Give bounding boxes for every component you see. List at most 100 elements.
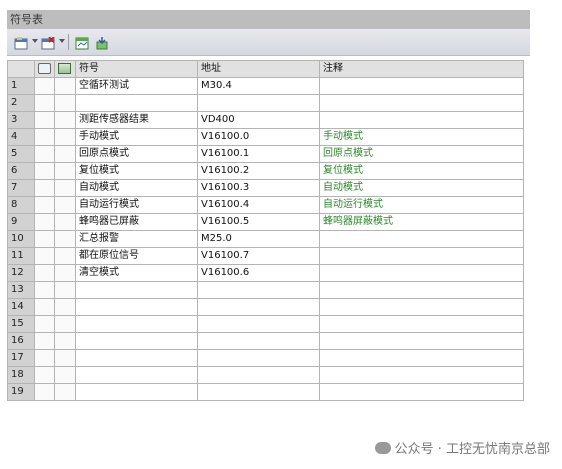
row-icon-cell-a[interactable] xyxy=(34,230,55,248)
table-row[interactable]: 2 xyxy=(7,94,524,112)
symbol-cell[interactable]: 复位模式 xyxy=(75,162,198,180)
address-cell[interactable] xyxy=(197,332,320,350)
table-row[interactable]: 18 xyxy=(7,366,524,384)
row-icon-cell-b[interactable] xyxy=(54,145,76,163)
table-row[interactable]: 17 xyxy=(7,349,524,367)
symbol-cell[interactable] xyxy=(75,366,198,384)
row-icon-cell-a[interactable] xyxy=(34,383,55,401)
table-row[interactable]: 1 空循环测试 M30.4 xyxy=(7,77,524,95)
comment-cell[interactable] xyxy=(319,366,524,384)
column-header-symbol[interactable]: 符号 xyxy=(75,60,198,78)
table-row[interactable]: 5 回原点模式 V16100.1 回原点模式 xyxy=(7,145,524,163)
symbol-cell[interactable]: 手动模式 xyxy=(75,128,198,146)
row-icon-cell-a[interactable] xyxy=(34,179,55,197)
row-icon-cell-b[interactable] xyxy=(54,230,76,248)
row-icon-cell-a[interactable] xyxy=(34,247,55,265)
address-cell[interactable]: M25.0 xyxy=(197,230,320,248)
row-icon-cell-b[interactable] xyxy=(54,332,76,350)
column-header-icon-a[interactable] xyxy=(34,60,55,78)
address-cell[interactable] xyxy=(197,94,320,112)
row-icon-cell-b[interactable] xyxy=(54,281,76,299)
row-icon-cell-b[interactable] xyxy=(54,162,76,180)
row-icon-cell-a[interactable] xyxy=(34,349,55,367)
symbol-cell[interactable]: 测距传感器结果 xyxy=(75,111,198,129)
comment-cell[interactable] xyxy=(319,383,524,401)
row-icon-cell-a[interactable] xyxy=(34,145,55,163)
row-icon-cell-b[interactable] xyxy=(54,196,76,214)
delete-row-icon[interactable] xyxy=(41,35,55,50)
table-row[interactable]: 3 测距传感器结果 VD400 xyxy=(7,111,524,129)
comment-cell[interactable] xyxy=(319,349,524,367)
address-cell[interactable] xyxy=(197,383,320,401)
symbol-cell[interactable] xyxy=(75,281,198,299)
address-cell[interactable]: V16100.5 xyxy=(197,213,320,231)
table-row[interactable]: 12 清空模式 V16100.6 xyxy=(7,264,524,282)
symbol-cell[interactable]: 清空模式 xyxy=(75,264,198,282)
row-icon-cell-b[interactable] xyxy=(54,383,76,401)
row-icon-cell-b[interactable] xyxy=(54,77,76,95)
table-row[interactable]: 15 xyxy=(7,315,524,333)
row-icon-cell-b[interactable] xyxy=(54,94,76,112)
column-header-comment[interactable]: 注释 xyxy=(319,60,524,78)
row-icon-cell-a[interactable] xyxy=(34,315,55,333)
symbol-cell[interactable]: 回原点模式 xyxy=(75,145,198,163)
comment-cell[interactable] xyxy=(319,247,524,265)
comment-cell[interactable]: 蜂鸣器屏蔽模式 xyxy=(319,213,524,231)
table-row[interactable]: 8 自动运行模式 V16100.4 自动运行模式 xyxy=(7,196,524,214)
delete-dropdown-arrow[interactable] xyxy=(59,39,65,43)
table-row[interactable]: 4 手动模式 V16100.0 手动模式 xyxy=(7,128,524,146)
comment-cell[interactable] xyxy=(319,315,524,333)
symbol-cell[interactable] xyxy=(75,383,198,401)
comment-cell[interactable]: 回原点模式 xyxy=(319,145,524,163)
address-cell[interactable]: V16100.6 xyxy=(197,264,320,282)
row-icon-cell-a[interactable] xyxy=(34,94,55,112)
row-icon-cell-b[interactable] xyxy=(54,179,76,197)
row-icon-cell-a[interactable] xyxy=(34,264,55,282)
insert-row-icon[interactable] xyxy=(14,35,28,50)
symbol-cell[interactable]: 都在原位信号 xyxy=(75,247,198,265)
comment-cell[interactable] xyxy=(319,230,524,248)
column-header-address[interactable]: 地址 xyxy=(197,60,320,78)
row-icon-cell-a[interactable] xyxy=(34,111,55,129)
row-icon-cell-a[interactable] xyxy=(34,128,55,146)
row-icon-cell-b[interactable] xyxy=(54,366,76,384)
symbol-cell[interactable] xyxy=(75,315,198,333)
comment-cell[interactable]: 手动模式 xyxy=(319,128,524,146)
table-row[interactable]: 19 xyxy=(7,383,524,401)
row-icon-cell-b[interactable] xyxy=(54,349,76,367)
address-cell[interactable]: M30.4 xyxy=(197,77,320,95)
table-row[interactable]: 9 蜂鸣器已屏蔽 V16100.5 蜂鸣器屏蔽模式 xyxy=(7,213,524,231)
row-icon-cell-a[interactable] xyxy=(34,196,55,214)
insert-dropdown-arrow[interactable] xyxy=(32,39,38,43)
table-row[interactable]: 7 自动模式 V16100.3 自动模式 xyxy=(7,179,524,197)
row-icon-cell-a[interactable] xyxy=(34,332,55,350)
table-row[interactable]: 14 xyxy=(7,298,524,316)
table-row[interactable]: 10 汇总报警 M25.0 xyxy=(7,230,524,248)
table-row[interactable]: 16 xyxy=(7,332,524,350)
address-cell[interactable]: V16100.2 xyxy=(197,162,320,180)
comment-cell[interactable] xyxy=(319,94,524,112)
symbol-cell[interactable]: 自动模式 xyxy=(75,179,198,197)
row-icon-cell-a[interactable] xyxy=(34,298,55,316)
address-cell[interactable]: V16100.4 xyxy=(197,196,320,214)
comment-cell[interactable] xyxy=(319,111,524,129)
comment-cell[interactable] xyxy=(319,298,524,316)
address-cell[interactable]: V16100.3 xyxy=(197,179,320,197)
address-cell[interactable]: V16100.7 xyxy=(197,247,320,265)
row-icon-cell-b[interactable] xyxy=(54,298,76,316)
comment-cell[interactable] xyxy=(319,281,524,299)
symbol-cell[interactable]: 汇总报警 xyxy=(75,230,198,248)
row-icon-cell-b[interactable] xyxy=(54,247,76,265)
comment-cell[interactable] xyxy=(319,332,524,350)
row-icon-cell-b[interactable] xyxy=(54,264,76,282)
table-row[interactable]: 11 都在原位信号 V16100.7 xyxy=(7,247,524,265)
apply-icon[interactable] xyxy=(95,35,109,50)
symbol-cell[interactable]: 自动运行模式 xyxy=(75,196,198,214)
address-cell[interactable] xyxy=(197,298,320,316)
comment-cell[interactable]: 自动模式 xyxy=(319,179,524,197)
address-cell[interactable] xyxy=(197,281,320,299)
comment-cell[interactable] xyxy=(319,77,524,95)
comment-cell[interactable]: 复位模式 xyxy=(319,162,524,180)
row-icon-cell-b[interactable] xyxy=(54,111,76,129)
row-icon-cell-a[interactable] xyxy=(34,77,55,95)
